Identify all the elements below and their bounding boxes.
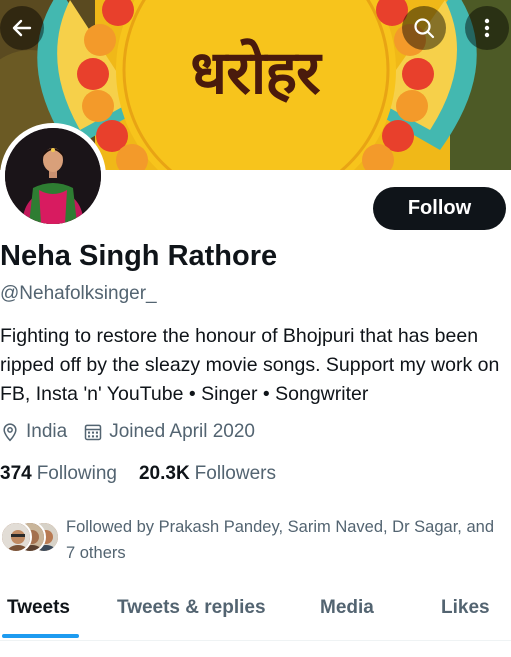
back-button[interactable] — [0, 6, 44, 50]
followers-link[interactable]: 20.3K Followers — [139, 463, 276, 485]
profile-avatar[interactable] — [0, 123, 106, 229]
followed-by-row[interactable]: Followed by Prakash Pandey, Sarim Naved,… — [0, 514, 511, 566]
tab-likes[interactable]: Likes — [441, 592, 490, 640]
tab-tweets[interactable]: Tweets — [7, 592, 70, 640]
active-tab-indicator — [2, 634, 79, 638]
following-label: Following — [36, 463, 117, 484]
followed-by-text: Followed by Prakash Pandey, Sarim Naved,… — [66, 518, 494, 562]
following-count: 374 — [0, 463, 32, 484]
calendar-icon — [84, 424, 102, 441]
joined-text: Joined April 2020 — [109, 421, 255, 442]
followers-label: Followers — [194, 463, 276, 484]
followers-count: 20.3K — [138, 463, 190, 484]
search-icon — [414, 18, 435, 39]
banner-title: धरोहर — [190, 38, 320, 108]
follow-stats: 374 Following 20.3K Followers — [0, 461, 276, 487]
follower-avatar — [0, 521, 32, 553]
location-text: India — [26, 421, 68, 442]
more-options-button[interactable] — [465, 6, 509, 50]
profile-handle: @Nehafolksinger_ — [0, 283, 157, 304]
avatar-photo — [5, 128, 101, 224]
following-link[interactable]: 374 Following — [0, 463, 117, 485]
tab-tweets-replies[interactable]: Tweets & replies — [117, 592, 266, 640]
tab-media[interactable]: Media — [320, 592, 374, 640]
location-pin-icon — [3, 423, 17, 442]
profile-name: Neha Singh Rathore — [0, 240, 278, 272]
joined-item: Joined April 2020 — [83, 421, 255, 443]
profile-meta: India Joined April 2020 — [0, 420, 255, 444]
profile-bio: Fighting to restore the honour of Bhojpu… — [0, 325, 500, 405]
follow-button[interactable]: Follow — [373, 187, 506, 230]
profile-tabs: Tweets Tweets & replies Media Likes — [0, 592, 511, 641]
search-button[interactable] — [402, 6, 446, 50]
location-item: India — [0, 421, 67, 443]
arrow-left-icon — [12, 19, 32, 37]
more-vertical-icon — [484, 18, 490, 38]
